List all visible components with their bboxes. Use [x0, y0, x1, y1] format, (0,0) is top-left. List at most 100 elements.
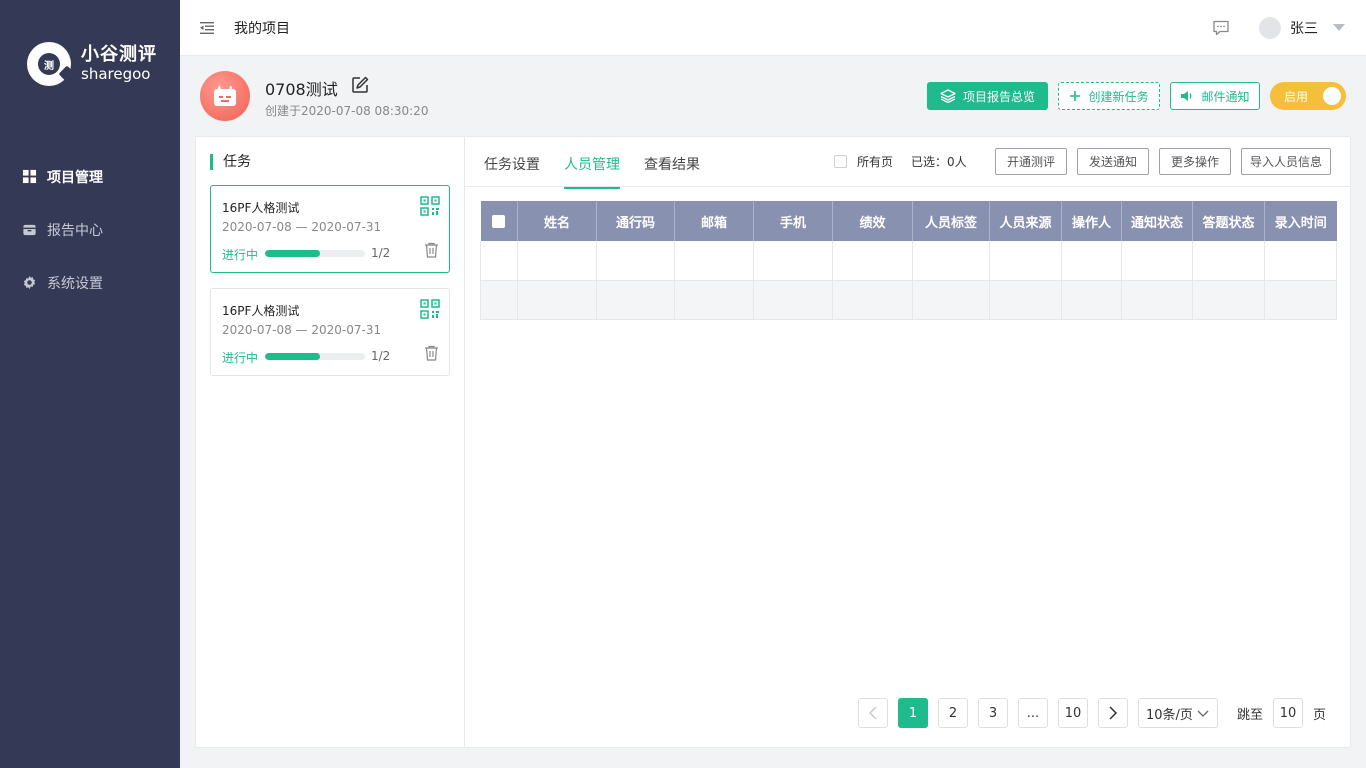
sidebar-item-system-settings[interactable]: 系统设置 — [0, 256, 180, 309]
task-card[interactable]: 16PF人格测试 2020-07-08 — 2020-07-31 进行中 1/2 — [210, 288, 450, 376]
page-suffix: 页 — [1313, 708, 1327, 723]
table-row — [480, 241, 1337, 281]
import-personnel-button[interactable]: 导入人员信息 — [1241, 148, 1331, 175]
jump-label: 跳至 — [1237, 708, 1264, 723]
qr-code-icon[interactable] — [420, 196, 440, 216]
chevron-down-icon[interactable] — [1333, 24, 1345, 31]
column-header: 人员标签 — [912, 201, 990, 241]
sidebar-item-label: 系统设置 — [47, 275, 103, 292]
send-notification-button[interactable]: 发送通知 — [1077, 148, 1149, 175]
trash-icon[interactable] — [424, 345, 439, 361]
plus-icon — [1070, 91, 1081, 101]
content-panel: 任务设置 人员管理 查看结果 所有页 已选：0人 开通测评 发送通知 更多操作 … — [465, 137, 1350, 747]
page-size-value: 10条/页 — [1146, 707, 1193, 723]
prev-page-button[interactable] — [858, 698, 888, 728]
pagination: 1 2 3 ... 10 10条/页 跳至 10 页 — [465, 698, 1350, 728]
layers-icon — [940, 89, 956, 103]
task-count: 1/2 — [371, 349, 391, 363]
table-header-row: 姓名 通行码 邮箱 手机 绩效 人员标签 人员来源 操作人 通知状态 答题状态 … — [480, 201, 1337, 241]
top-bar: 我的项目 张三 — [180, 0, 1366, 56]
project-report-overview-button[interactable]: 项目报告总览 — [927, 82, 1048, 110]
sidebar-item-project-management[interactable]: 项目管理 — [0, 150, 180, 203]
toggle-knob — [1323, 87, 1341, 105]
grid-icon — [22, 169, 37, 184]
user-name[interactable]: 张三 — [1290, 18, 1318, 38]
task-title: 16PF人格测试 — [222, 201, 300, 215]
personnel-table: 姓名 通行码 邮箱 手机 绩效 人员标签 人员来源 操作人 通知状态 答题状态 … — [480, 201, 1337, 320]
logo[interactable]: 测 小谷测评 sharegoo — [27, 40, 167, 88]
sidebar: 测 小谷测评 sharegoo 项目管理 报告中心 系统设置 — [0, 0, 180, 768]
select-all-checkbox[interactable] — [492, 214, 506, 228]
box-icon — [23, 224, 36, 236]
column-header: 答题状态 — [1192, 201, 1265, 241]
sidebar-item-label: 报告中心 — [47, 222, 103, 239]
project-name: 0708测试 — [265, 80, 338, 99]
message-icon[interactable] — [1212, 19, 1230, 37]
jump-page-input[interactable]: 10 — [1273, 698, 1303, 728]
task-heading: 任务 — [210, 154, 251, 170]
logo-mark-icon: 测 — [27, 42, 76, 86]
chevron-down-icon — [1197, 710, 1209, 717]
select-all-cell — [480, 201, 518, 241]
calendar-icon — [214, 86, 236, 106]
mail-notify-button[interactable]: 邮件通知 — [1170, 82, 1260, 110]
project-report-overview-label: 项目报告总览 — [962, 89, 1035, 104]
column-header: 通知状态 — [1121, 201, 1193, 241]
all-pages-checkbox[interactable] — [834, 155, 847, 168]
tab-bar: 任务设置 人员管理 查看结果 所有页 已选：0人 开通测评 发送通知 更多操作 … — [465, 137, 1350, 189]
tab-personnel-management[interactable]: 人员管理 — [564, 154, 620, 189]
page-ellipsis[interactable]: ... — [1018, 698, 1048, 728]
project-avatar — [200, 71, 250, 121]
project-created-time: 创建于2020-07-08 08:30:20 — [265, 104, 429, 118]
enable-toggle-label: 启用 — [1284, 90, 1309, 104]
column-header: 录入时间 — [1264, 201, 1337, 241]
task-title: 16PF人格测试 — [222, 304, 300, 318]
column-header: 通行码 — [596, 201, 675, 241]
page-title: 我的项目 — [234, 21, 290, 37]
task-list-panel: 任务 16PF人格测试 2020-07-08 — 2020-07-31 进行中 … — [196, 137, 465, 747]
chevron-right-icon — [1109, 706, 1118, 720]
speaker-icon — [1181, 91, 1192, 101]
logo-mark-text: 测 — [38, 53, 60, 75]
tab-view-results[interactable]: 查看结果 — [644, 154, 700, 187]
tab-task-settings[interactable]: 任务设置 — [484, 154, 540, 187]
column-header: 人员来源 — [989, 201, 1062, 241]
next-page-button[interactable] — [1098, 698, 1128, 728]
open-assessment-button[interactable]: 开通测评 — [995, 148, 1067, 175]
page-button[interactable]: 2 — [938, 698, 968, 728]
table-row — [480, 280, 1337, 320]
menu-collapse-icon[interactable] — [199, 20, 215, 36]
sidebar-item-report-center[interactable]: 报告中心 — [0, 203, 180, 256]
all-pages-label: 所有页 — [857, 155, 894, 169]
logo-cn: 小谷测评 — [81, 44, 157, 65]
main-panel: 任务 16PF人格测试 2020-07-08 — 2020-07-31 进行中 … — [195, 136, 1351, 748]
create-task-label: 创建新任务 — [1088, 89, 1149, 104]
sidebar-nav: 项目管理 报告中心 系统设置 — [0, 150, 180, 309]
trash-icon[interactable] — [424, 242, 439, 258]
page-button[interactable]: 1 — [898, 698, 928, 728]
column-header: 绩效 — [832, 201, 913, 241]
column-header: 操作人 — [1061, 201, 1122, 241]
page-button[interactable]: 10 — [1058, 698, 1088, 728]
gear-icon — [23, 275, 36, 290]
page-button[interactable]: 3 — [978, 698, 1008, 728]
column-header: 姓名 — [517, 201, 597, 241]
page-size-select[interactable]: 10条/页 — [1138, 698, 1218, 728]
chevron-left-icon — [868, 706, 877, 720]
enable-toggle[interactable]: 启用 — [1270, 82, 1346, 110]
task-count: 1/2 — [371, 246, 391, 260]
more-actions-button[interactable]: 更多操作 — [1159, 148, 1231, 175]
edit-icon[interactable] — [351, 76, 369, 94]
logo-text: 小谷测评 sharegoo — [81, 46, 157, 82]
task-dates: 2020-07-08 — 2020-07-31 — [222, 323, 382, 337]
qr-code-icon[interactable] — [420, 299, 440, 319]
task-card[interactable]: 16PF人格测试 2020-07-08 — 2020-07-31 进行中 1/2 — [210, 185, 450, 273]
sidebar-item-label: 项目管理 — [47, 169, 103, 186]
column-header: 邮箱 — [674, 201, 754, 241]
create-task-button[interactable]: 创建新任务 — [1058, 82, 1160, 110]
task-progress-bar — [265, 250, 365, 257]
task-dates: 2020-07-08 — 2020-07-31 — [222, 220, 382, 234]
avatar[interactable] — [1259, 17, 1281, 39]
task-status: 进行中 — [222, 248, 259, 262]
mail-notify-label: 邮件通知 — [1201, 89, 1250, 104]
